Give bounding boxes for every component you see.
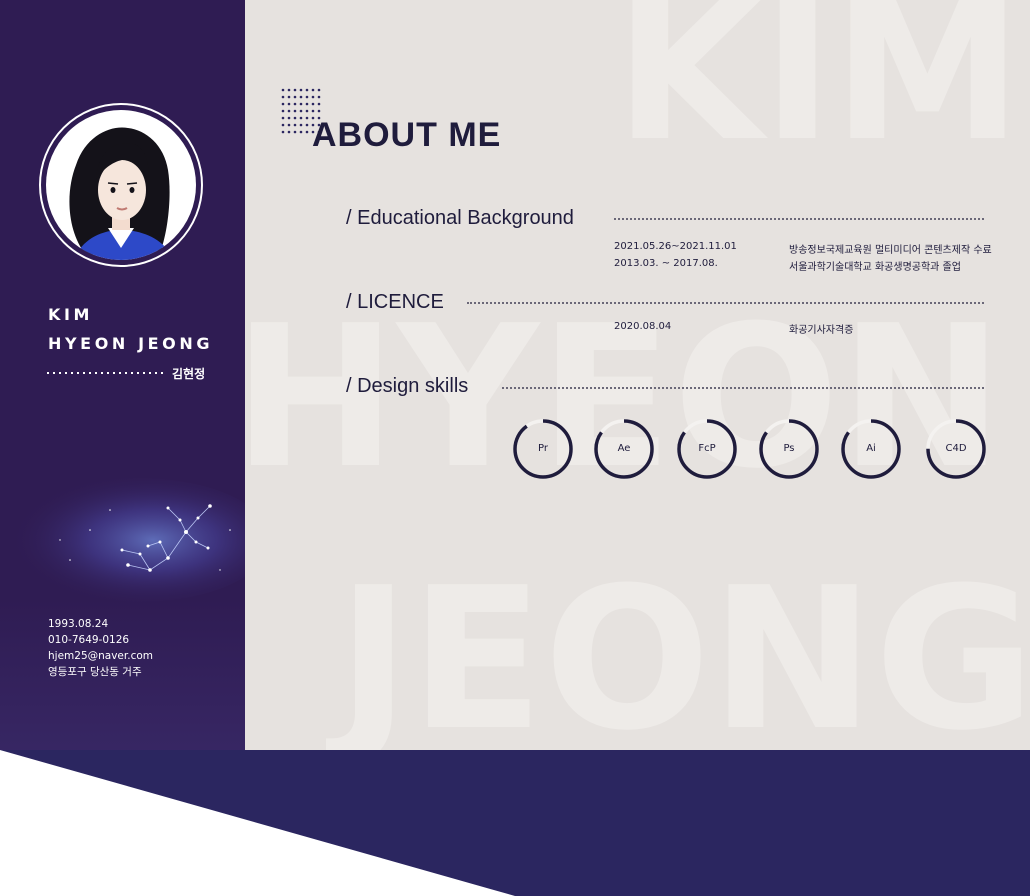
name-dotted-divider bbox=[47, 372, 164, 374]
licence-desc-1: 화공기사자격증 bbox=[789, 325, 854, 336]
skill-label: Pr bbox=[538, 443, 548, 454]
skill-label: Ae bbox=[617, 443, 631, 454]
contact-info: 1993.08.24 010-7649-0126 hjem25@naver.co… bbox=[48, 616, 153, 680]
education-title: / Educational Background bbox=[346, 207, 574, 229]
skill-label: Ps bbox=[783, 443, 795, 454]
licence-title: / LICENCE bbox=[346, 291, 444, 313]
education-divider bbox=[614, 218, 984, 220]
skill-ae: Ae bbox=[593, 418, 655, 480]
skills-divider bbox=[502, 387, 984, 389]
skill-ps: Ps bbox=[758, 418, 820, 480]
phone-number: 010-7649-0126 bbox=[48, 634, 130, 646]
licence-date-1: 2020.08.04 bbox=[614, 321, 672, 332]
education-date-2: 2013.03. ~ 2017.08. bbox=[614, 258, 718, 269]
name-korean: 김현정 bbox=[172, 367, 206, 381]
skill-label: FcP bbox=[698, 443, 716, 454]
skill-label: Ai bbox=[866, 443, 876, 454]
bottom-wedge bbox=[0, 740, 515, 896]
skills-title: / Design skills bbox=[346, 375, 469, 397]
profile-sidebar: KIM HYEON JEONG 김현정 1993.08.24 010-7649-… bbox=[0, 0, 245, 750]
background-word-kim: KIM bbox=[615, 0, 1022, 183]
education-desc-1: 방송정보국제교육원 멀티미디어 콘텐츠제작 수료 bbox=[789, 245, 992, 256]
avatar-illustration bbox=[69, 127, 174, 260]
name-first: KIM bbox=[48, 305, 94, 324]
email-address[interactable]: hjem25@naver.com bbox=[48, 648, 153, 664]
constellation-image bbox=[10, 478, 245, 602]
name-last: HYEON JEONG bbox=[48, 334, 214, 353]
avatar bbox=[46, 110, 196, 260]
about-panel: KIM HYEON JEONG ABOUT ME / Educational B… bbox=[245, 0, 1030, 750]
skill-c4d: C4D bbox=[925, 418, 987, 480]
birth-date: 1993.08.24 bbox=[48, 618, 109, 630]
skill-label: C4D bbox=[945, 443, 967, 454]
skill-pr: Pr bbox=[512, 418, 574, 480]
about-title: ABOUT ME bbox=[312, 116, 502, 154]
skill-ai: Ai bbox=[840, 418, 902, 480]
skill-fcp: FcP bbox=[676, 418, 738, 480]
education-desc-2: 서울과학기술대학교 화공생명공학과 졸업 bbox=[789, 262, 961, 273]
education-date-1: 2021.05.26~2021.11.01 bbox=[614, 241, 737, 252]
address: 영등포구 당산동 거주 bbox=[48, 666, 142, 678]
background-word-jeong: JEONG bbox=[337, 546, 1030, 750]
licence-divider bbox=[467, 302, 984, 304]
